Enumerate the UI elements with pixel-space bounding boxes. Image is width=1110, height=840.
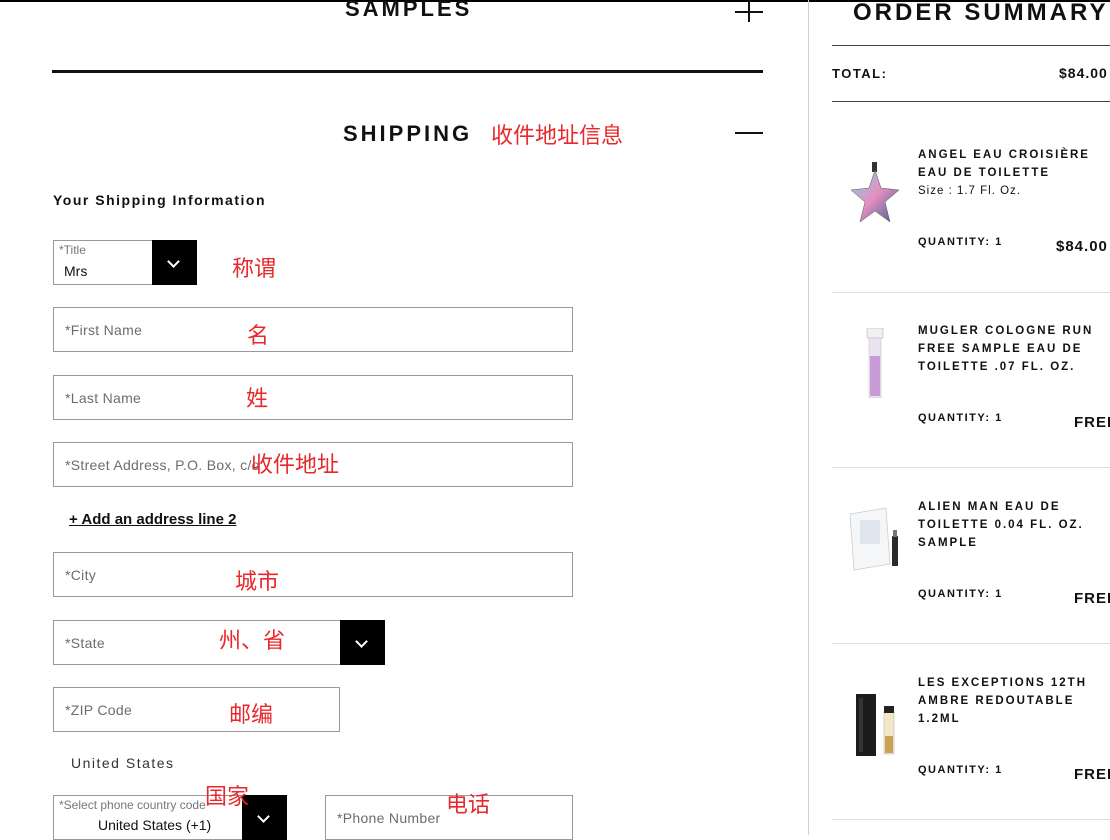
last-name-field[interactable]: *Last Name <box>53 375 573 420</box>
chevron-down-icon <box>167 255 180 268</box>
item-quantity: QUANTITY: 1 <box>918 412 1003 424</box>
chevron-down-icon <box>257 810 270 823</box>
order-item: MUGLER COLOGNE RUN FREE SAMPLE EAU DE TO… <box>832 292 1110 468</box>
annotation-phone: 电话 <box>446 793 491 818</box>
phone-country-select[interactable]: *Select phone country code United States… <box>53 795 287 840</box>
order-summary-panel: ORDER SUMMARY TOTAL: $84.00 ANGEL EAU CR… <box>809 0 1110 835</box>
country-text: United States <box>71 755 175 771</box>
total-label: TOTAL: <box>832 66 888 81</box>
zip-code-placeholder: *ZIP Code <box>65 702 133 718</box>
item-name: ANGEL EAU CROISIÈRE EAU DE TOILETTE Size… <box>918 146 1110 200</box>
title-label: *Title <box>59 243 86 257</box>
chevron-down-icon <box>355 635 368 648</box>
state-placeholder: *State <box>65 635 105 651</box>
title-dropdown-button[interactable] <box>152 240 197 285</box>
order-item: LES EXCEPTIONS 12TH AMBRE REDOUTABLE 1.2… <box>832 644 1110 820</box>
item-quantity: QUANTITY: 1 <box>918 588 1003 600</box>
last-name-placeholder: *Last Name <box>65 390 142 406</box>
item-divider <box>832 819 1110 820</box>
add-address-line-link[interactable]: + Add an address line 2 <box>69 511 236 528</box>
item-price: FREE <box>1074 414 1110 431</box>
annotation-state: 州、省 <box>219 629 286 654</box>
order-item: ANGEL EAU CROISIÈRE EAU DE TOILETTE Size… <box>832 116 1110 292</box>
phone-country-value: United States (+1) <box>98 817 212 833</box>
annotation-street: 收件地址 <box>251 453 340 478</box>
phone-country-label: *Select phone country code <box>59 798 206 812</box>
summary-divider <box>832 101 1110 102</box>
summary-divider <box>832 45 1110 46</box>
vial-icon <box>866 328 884 398</box>
street-address-placeholder: *Street Address, P.O. Box, c/o <box>65 457 260 473</box>
phone-number-placeholder: *Phone Number <box>337 810 441 826</box>
annotation-title: 称谓 <box>232 257 277 282</box>
section-divider <box>52 70 763 73</box>
order-summary-title: ORDER SUMMARY <box>853 0 1109 26</box>
city-placeholder: *City <box>65 567 97 583</box>
item-price: FREE <box>1074 766 1110 783</box>
item-name: LES EXCEPTIONS 12TH AMBRE REDOUTABLE 1.2… <box>918 677 1088 725</box>
item-quantity: QUANTITY: 1 <box>918 764 1003 776</box>
first-name-placeholder: *First Name <box>65 322 143 338</box>
annotation-last-name: 姓 <box>246 387 269 412</box>
title-select[interactable]: *Title Mrs <box>53 240 197 285</box>
total-value: $84.00 <box>1059 65 1108 81</box>
checkout-form-column: SAMPLES SHIPPING 收件地址信息 Your Shipping In… <box>0 0 808 840</box>
annotation-first-name: 名 <box>247 324 270 349</box>
state-dropdown-button[interactable] <box>340 620 385 665</box>
annotation-zip: 邮编 <box>229 703 274 728</box>
annotation-city: 城市 <box>235 570 280 595</box>
shipping-subheading: Your Shipping Information <box>53 192 266 208</box>
zip-code-field[interactable]: *ZIP Code <box>53 687 340 732</box>
shipping-title: SHIPPING <box>343 121 473 146</box>
item-price: $84.00 <box>1056 238 1108 255</box>
title-value: Mrs <box>64 263 88 279</box>
item-name: MUGLER COLOGNE RUN FREE SAMPLE EAU DE TO… <box>918 325 1094 373</box>
box-vial-icon <box>856 694 895 756</box>
star-perfume-bottle-icon <box>850 162 900 223</box>
samples-title: SAMPLES <box>345 0 473 21</box>
order-item: ALIEN MAN EAU DE TOILETTE 0.04 FL. OZ. S… <box>832 468 1110 644</box>
sample-card-icon <box>849 507 898 571</box>
collapse-minus-icon[interactable] <box>735 132 763 134</box>
item-quantity: QUANTITY: 1 <box>918 236 1003 248</box>
item-size: Size : 1.7 Fl. Oz. <box>918 185 1021 197</box>
expand-plus-icon[interactable] <box>735 0 763 26</box>
annotation-country: 国家 <box>205 785 250 810</box>
annotation-shipping: 收件地址信息 <box>491 124 624 149</box>
first-name-field[interactable]: *First Name <box>53 307 573 352</box>
item-name: ALIEN MAN EAU DE TOILETTE 0.04 FL. OZ. S… <box>918 501 1084 549</box>
item-price: FREE <box>1074 590 1110 607</box>
city-field[interactable]: *City <box>53 552 573 597</box>
